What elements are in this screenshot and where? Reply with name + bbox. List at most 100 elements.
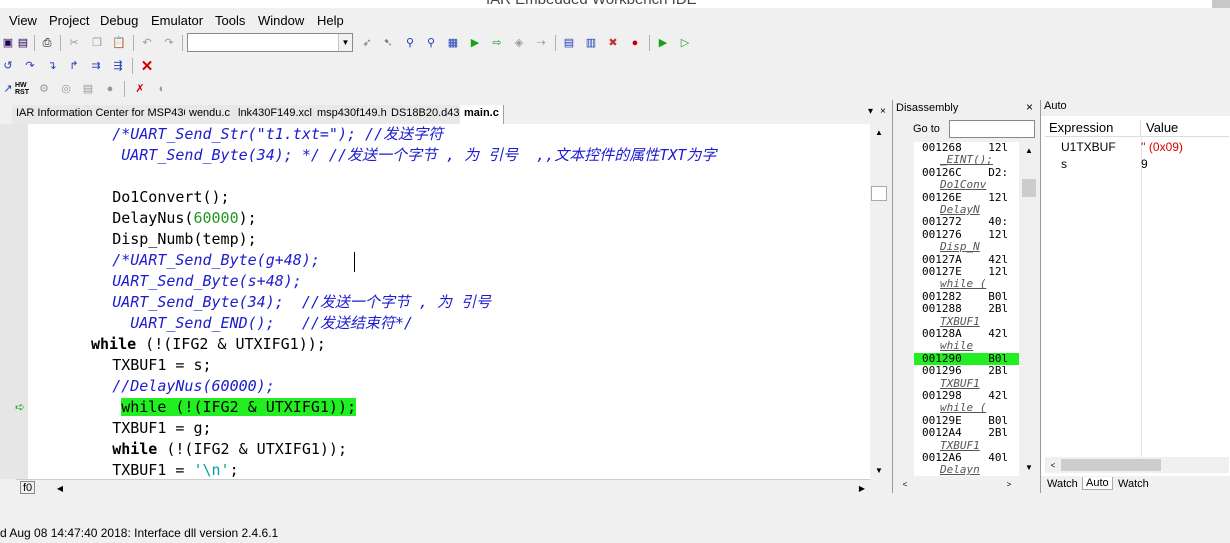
find-next-icon[interactable]: ➶ — [359, 35, 375, 51]
code-line[interactable]: UART_Send_Byte(34); //发送一个字节 , 为 引号 — [112, 292, 491, 313]
disassembly-hscroll[interactable]: < > — [893, 476, 1020, 492]
find-icon[interactable]: ⚲ — [402, 35, 418, 51]
menu-window[interactable]: Window — [258, 13, 304, 28]
dis-scroll-down-icon[interactable]: ▼ — [1021, 459, 1037, 475]
auto-scroll-thumb[interactable] — [1061, 459, 1161, 471]
stop-debug-icon[interactable]: ✕ — [139, 58, 155, 74]
find-combo[interactable]: ▼ — [187, 33, 353, 52]
disassembly-row[interactable]: 00126C D2: — [922, 166, 1008, 179]
step-into-icon[interactable]: ↴ — [44, 58, 60, 74]
dis-scroll-up-icon[interactable]: ▲ — [1021, 142, 1037, 158]
stop-build-icon[interactable]: ✖ — [605, 35, 621, 51]
run-to-cursor-icon[interactable]: ⇶ — [110, 58, 126, 74]
auto-row-value[interactable]: 9 — [1141, 157, 1148, 171]
dis-scroll-thumb[interactable] — [1022, 179, 1036, 197]
code-line[interactable]: UART_Send_END(); //发送结束符*/ — [112, 313, 413, 334]
paste-icon[interactable]: 📋 — [111, 35, 127, 51]
reset-icon[interactable]: ↺ — [0, 58, 16, 74]
editor-gutter[interactable]: ➪ — [0, 124, 28, 479]
disassembly-row[interactable]: 001296 2Bl — [922, 365, 1008, 377]
cycle-icon[interactable]: ⚙ — [36, 81, 52, 97]
debug-icon[interactable]: ▶ — [655, 35, 671, 51]
dis-scroll-left-icon[interactable]: < — [897, 476, 913, 492]
disassembly-vscroll[interactable]: ▲ ▼ — [1020, 142, 1038, 476]
next-bookmark-icon[interactable]: ⇨ — [489, 35, 505, 51]
dis-scroll-right-icon[interactable]: > — [1001, 476, 1017, 492]
tab-lnk430f149-xcl[interactable]: lnk430F149.xcl — [234, 105, 317, 124]
disassembly-source-line[interactable]: TXBUF1 — [940, 439, 980, 452]
close-window-button[interactable] — [1212, 0, 1230, 8]
disassembly-listing[interactable]: 001268 12l _EINT(); 00126C D2: Do1Conv 00126… — [914, 142, 1019, 476]
code-line[interactable]: /*UART_Send_Byte(g+48); — [112, 250, 320, 271]
breakpoint-icon[interactable]: ● — [627, 35, 643, 51]
disassembly-row[interactable]: 00126E 12l — [922, 191, 1008, 204]
column-value[interactable]: Value — [1141, 120, 1229, 137]
auto-hscroll[interactable]: < — [1045, 457, 1229, 473]
undo-icon[interactable]: ↶ — [139, 35, 155, 51]
replace-icon[interactable]: ⚲ — [423, 35, 439, 51]
code-line[interactable]: UART_Send_Byte(34); */ //发送一个字节 , 为 引号 ,… — [112, 145, 716, 166]
disassembly-row[interactable]: 00127E 12l — [922, 266, 1008, 278]
scroll-down-icon[interactable]: ▼ — [871, 462, 887, 478]
close-disassembly-icon[interactable]: × — [1026, 100, 1033, 114]
step-out-icon[interactable]: ↱ — [66, 58, 82, 74]
breakpoint-list-icon[interactable]: ◐ — [154, 81, 170, 97]
code-line[interactable]: while (!(IFG2 & UTXIFG1)); — [112, 439, 347, 460]
menu-debug[interactable]: Debug — [100, 13, 138, 28]
scroll-left-icon[interactable]: ◀ — [52, 480, 68, 496]
scroll-right-icon[interactable]: ▶ — [854, 480, 870, 496]
tab-menu-icon[interactable]: ▾ — [868, 106, 873, 117]
prev-bookmark-icon[interactable]: ◈ — [511, 35, 527, 51]
record-icon[interactable]: ● — [102, 81, 118, 97]
disassembly-row[interactable]: 001282 B0l — [922, 290, 1008, 303]
code-line[interactable]: UART_Send_Byte(s+48); — [112, 271, 302, 292]
disassembly-source-line[interactable]: Delayn — [940, 464, 980, 476]
memory-icon[interactable]: ▤ — [80, 81, 96, 97]
print-icon[interactable]: ⎙ — [39, 35, 55, 51]
save-all-icon[interactable]: ▤ — [15, 35, 31, 51]
disassembly-source-line[interactable]: while ( — [940, 402, 986, 414]
code-line[interactable]: TXBUF1 = g; — [112, 418, 211, 439]
disassembly-row[interactable]: 00128A 42l — [922, 328, 1008, 340]
code-line[interactable]: TXBUF1 = s; — [112, 355, 211, 376]
disassembly-source-line[interactable]: TXBUF1 — [940, 315, 980, 328]
disassembly-row[interactable]: 001298 42l — [922, 390, 1008, 402]
menu-view[interactable]: View — [9, 13, 37, 28]
disassembly-row[interactable]: 00129E B0l — [922, 414, 1008, 427]
debug-without-download-icon[interactable]: ▷ — [677, 35, 693, 51]
disassembly-source-line[interactable]: while ( — [940, 278, 986, 290]
copy-icon[interactable]: ❐ — [89, 35, 105, 51]
scroll-up-icon[interactable]: ▲ — [871, 124, 887, 140]
disassembly-row[interactable]: 001268 12l — [922, 142, 1008, 154]
disassembly-source-line[interactable]: DelayN — [940, 204, 980, 216]
disassembly-row[interactable]: 0012A6 40l — [922, 452, 1008, 464]
tab-msp430f149-h[interactable]: msp430f149.h — [313, 105, 392, 124]
chevron-down-icon[interactable]: ▼ — [338, 34, 352, 51]
save-icon[interactable]: ▣ — [0, 35, 16, 51]
code-line[interactable]: //DelayNus(60000); — [112, 376, 275, 397]
close-tab-icon[interactable]: × — [880, 106, 886, 117]
make-icon[interactable]: ▥ — [583, 35, 599, 51]
tab-wendu-c[interactable]: wendu.c — [185, 105, 235, 124]
next-statement-icon[interactable]: ⇉ — [88, 58, 104, 74]
disassembly-row[interactable]: 001288 2Bl — [922, 303, 1008, 315]
goto-input[interactable] — [949, 120, 1035, 138]
editor-hscroll[interactable]: f0 ◀ ▶ — [16, 479, 870, 495]
auto-row-expression[interactable]: s — [1061, 157, 1067, 171]
disassembly-source-line[interactable]: Do1Conv — [940, 179, 986, 191]
code-line[interactable]: /*UART_Send_Str("t1.txt="); //发送字符 — [112, 124, 443, 145]
navigate-icon[interactable]: ⇢ — [533, 35, 549, 51]
code-line[interactable]: Disp_Numb(temp); — [112, 229, 257, 250]
auto-scroll-left-icon[interactable]: < — [1045, 457, 1061, 473]
menu-tools[interactable]: Tools — [215, 13, 245, 28]
find-prev-icon[interactable]: ➷ — [380, 35, 396, 51]
disassembly-source-line[interactable]: TXBUF1 — [940, 377, 980, 390]
disassembly-row[interactable]: 00127A 42l — [922, 253, 1008, 266]
editor-vscroll[interactable]: ▲ ▼ — [870, 124, 888, 479]
code-line[interactable]: TXBUF1 = '\n'; — [112, 460, 238, 479]
tab-main-c[interactable]: main.c — [460, 105, 504, 124]
disassembly-source-line[interactable]: Disp_N — [940, 241, 980, 253]
tab-auto[interactable]: Auto — [1082, 477, 1113, 490]
tab-watch[interactable]: Watch — [1047, 478, 1078, 490]
disassembly-source-line[interactable]: _EINT(); — [940, 154, 993, 166]
